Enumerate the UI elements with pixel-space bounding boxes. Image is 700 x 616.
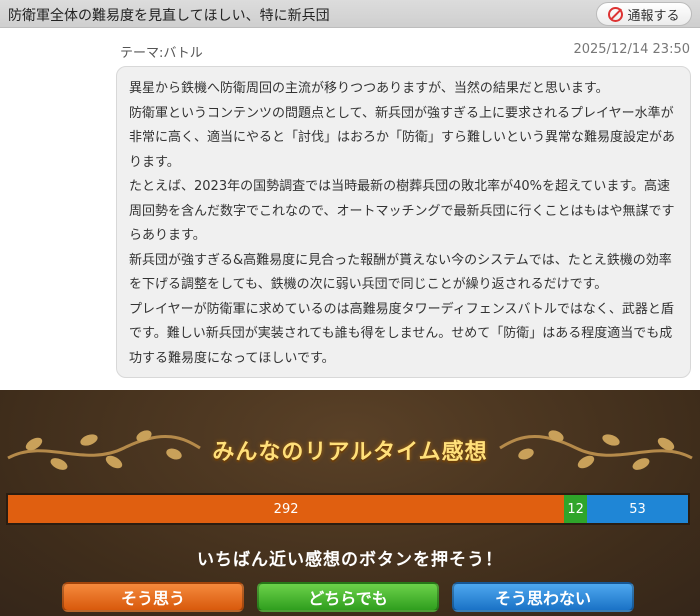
reaction-panel: みんなのリアルタイム感想 292 12 53 いちばん近い感想のボタンを押そう！… [0, 390, 700, 616]
report-button[interactable]: 通報する [596, 2, 692, 26]
post-timestamp: 2025/12/14 23:50 [573, 42, 690, 57]
vote-segment-disagree: 53 [587, 495, 688, 523]
post-title: 防衛軍全体の難易度を見直してほしい、特に新兵団 [8, 8, 330, 24]
disagree-button[interactable]: そう思わない [452, 582, 634, 612]
post-paragraph: プレイヤーが防衛軍に求めているのは高難易度タワーディフェンスバトルではなく、武器… [129, 301, 674, 366]
report-label: 通報する [627, 8, 680, 24]
post-paragraph: たとえば、2023年の国勢調査では当時最新の樹葬兵団の敗北率が40%を超えていま… [129, 179, 675, 243]
post-theme: テーマ:バトル [120, 46, 203, 61]
vote-segment-neutral: 12 [564, 495, 588, 523]
post-body: 異星から鉄機へ防衛周回の主流が移りつつありますが、当然の結果だと思います。 防衛… [116, 66, 691, 378]
vote-segment-agree: 292 [8, 495, 565, 523]
post-header: 防衛軍全体の難易度を見直してほしい、特に新兵団 通報する [0, 0, 700, 28]
post-paragraph: 新兵団が強すぎる&高難易度に見合った報酬が貰えない今のシステムでは、たとえ鉄機の… [129, 252, 672, 293]
post-paragraph: 防衛軍というコンテンツの問題点として、新兵団が強すぎる上に要求されるプレイヤー水… [129, 105, 676, 170]
vote-bar: 292 12 53 [6, 493, 690, 525]
panel-title: みんなのリアルタイム感想 [212, 440, 488, 465]
post-paragraph: 異星から鉄機へ防衛周回の主流が移りつつありますが、当然の結果だと思います。 [129, 81, 609, 96]
vote-prompt: いちばん近い感想のボタンを押そう！ [197, 550, 503, 570]
agree-button[interactable]: そう思う [62, 582, 244, 612]
neutral-button[interactable]: どちらでも [257, 582, 439, 612]
ban-icon [608, 6, 624, 22]
